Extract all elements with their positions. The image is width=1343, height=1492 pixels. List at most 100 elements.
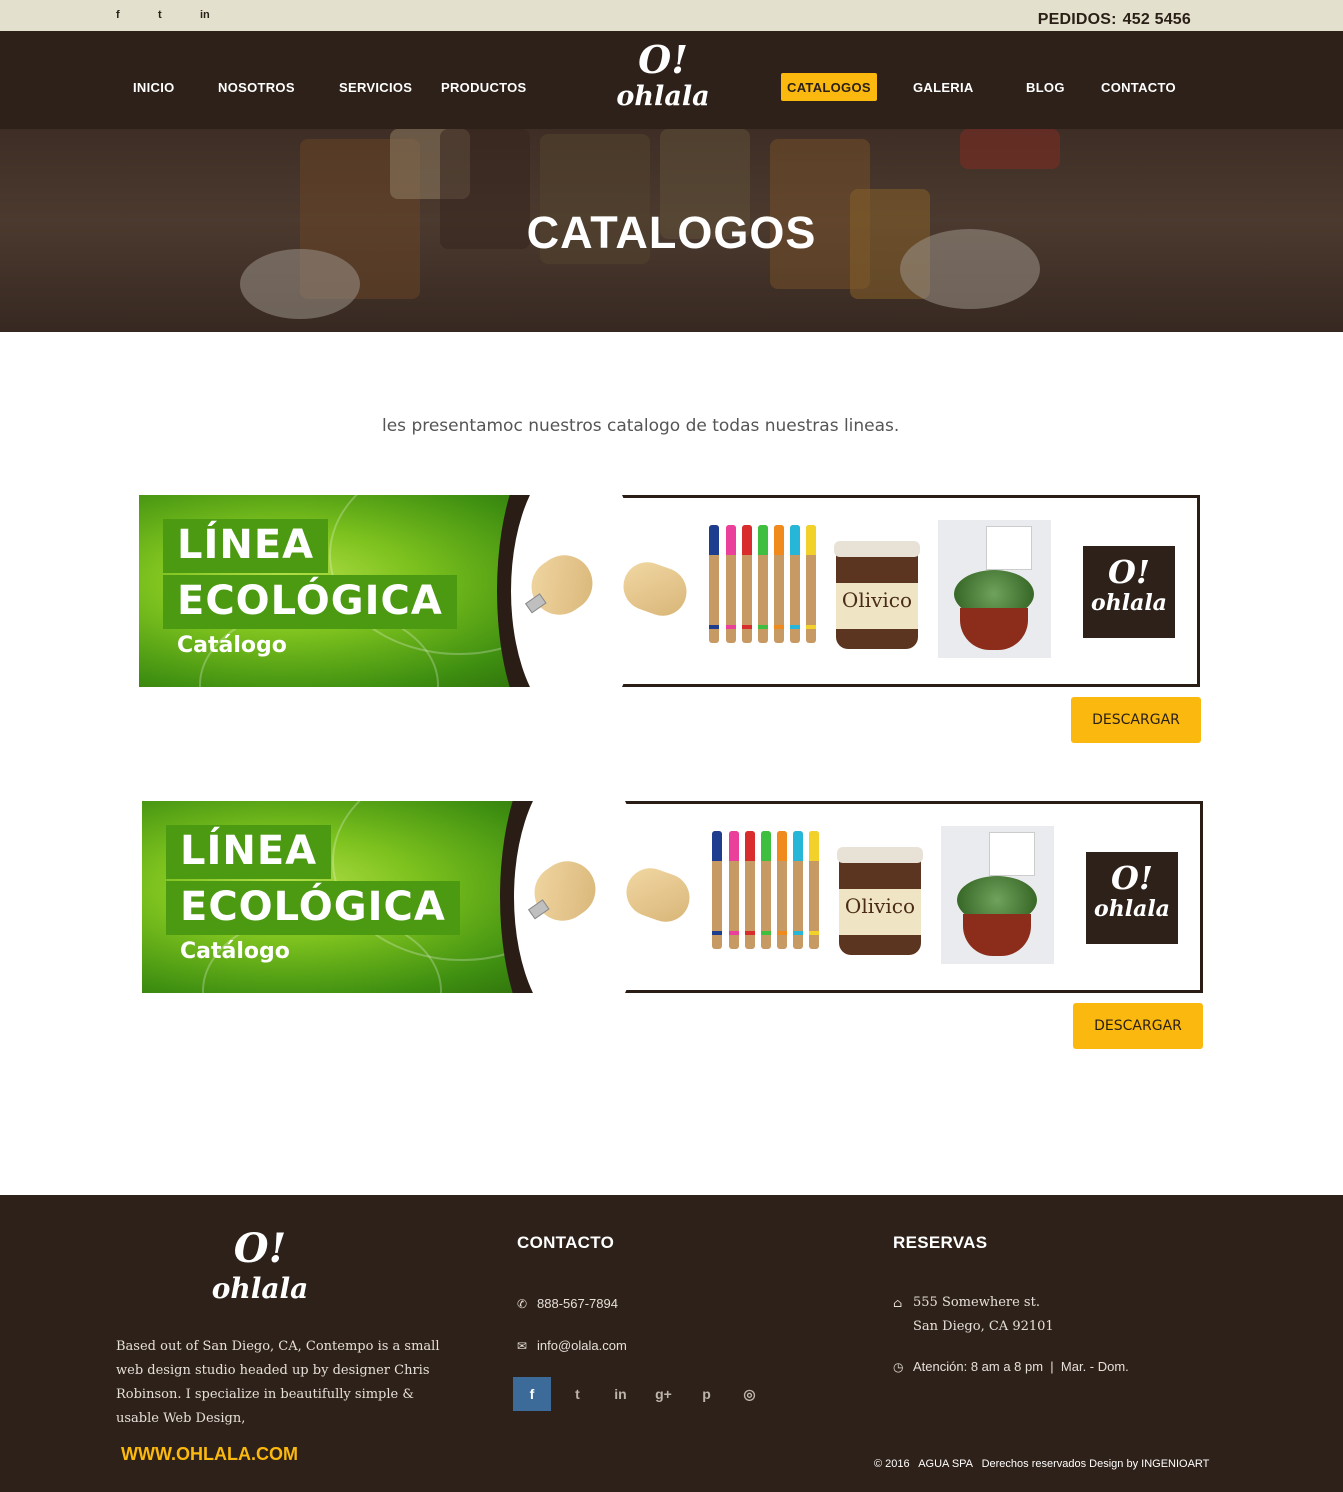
envelope-icon: ✉ <box>517 1338 528 1353</box>
twitter-icon[interactable]: t <box>158 9 200 21</box>
nav-item-productos[interactable]: PRODUCTOS <box>441 80 527 95</box>
logo-name: ohlala <box>1094 896 1170 922</box>
hero-banner: CATALOGOS <box>0 129 1343 332</box>
pen-cap <box>777 831 787 861</box>
plant-pot <box>960 608 1028 650</box>
address-line2-text: San Diego, CA 92101 <box>913 1319 1054 1334</box>
pen-band <box>806 625 816 629</box>
catalog-banner[interactable]: LÍNEA ECOLÓGICA Catálogo Olivico O! ohla… <box>142 801 1203 993</box>
catalog-logo: O! ohlala <box>1086 852 1178 944</box>
catalog-subtitle: Catálogo <box>177 633 287 658</box>
pen-image <box>790 525 800 643</box>
pen-band <box>742 625 752 629</box>
plant-card <box>986 526 1032 570</box>
facebook-icon[interactable]: f <box>513 1377 551 1411</box>
download-button[interactable]: DESCARGAR <box>1073 1003 1203 1049</box>
footer-email-text: info@olala.com <box>537 1338 627 1353</box>
logo-name: ohlala <box>616 81 710 112</box>
pen-band <box>729 931 739 935</box>
pen-cap <box>712 831 722 861</box>
nav-item-contacto[interactable]: CONTACTO <box>1101 80 1176 95</box>
footer-reservations-heading: RESERVAS <box>893 1233 988 1252</box>
pen-cap <box>742 525 752 555</box>
footer-copyright: © 2016 AGUA SPA Derechos reservados Desi… <box>874 1458 1210 1470</box>
logo-name: ohlala <box>1091 590 1167 616</box>
footer-social-links: f t in g+ p ◎ <box>513 1377 771 1411</box>
pen-cap <box>729 831 739 861</box>
pen-image <box>809 831 819 949</box>
nav-item-galeria[interactable]: GALERIA <box>913 80 974 95</box>
page-title: CATALOGOS <box>526 207 817 258</box>
pen-image <box>726 525 736 643</box>
olivico-jar-image: Olivico <box>837 847 923 955</box>
pen-cap <box>761 831 771 861</box>
pen-image <box>793 831 803 949</box>
pen-image <box>729 831 739 949</box>
catalog-subtitle: Catálogo <box>180 939 290 964</box>
pen-cap <box>745 831 755 861</box>
logo-name: ohlala <box>211 1272 309 1305</box>
orders-number[interactable]: 452 5456 <box>1123 11 1191 28</box>
nav-item-inicio[interactable]: INICIO <box>133 80 175 95</box>
olivico-jar-image: Olivico <box>834 541 920 649</box>
jar-lid <box>834 541 920 557</box>
site-logo[interactable]: O! ohlala <box>603 37 723 112</box>
download-button[interactable]: DESCARGAR <box>1071 697 1201 743</box>
pen-image <box>745 831 755 949</box>
address-line1-text: 555 Somewhere st. <box>913 1295 1040 1310</box>
pen-cap <box>726 525 736 555</box>
orders-label: PEDIDOS: <box>1037 11 1117 28</box>
pen-band <box>777 931 787 935</box>
pen-cap <box>790 525 800 555</box>
footer-website-link[interactable]: WWW.OHLALA.COM <box>121 1444 298 1465</box>
pen-band <box>726 625 736 629</box>
catalog-logo: O! ohlala <box>1083 546 1175 638</box>
pen-band <box>761 931 771 935</box>
catalog-line2: ECOLÓGICA <box>163 575 457 629</box>
pen-band <box>774 625 784 629</box>
footer-email[interactable]: ✉ info@olala.com <box>517 1338 627 1353</box>
nav-item-catalogos[interactable]: CATALOGOS <box>781 73 877 101</box>
footer-phone[interactable]: ✆ 888-567-7894 <box>517 1296 618 1311</box>
catalog-line2: ECOLÓGICA <box>166 881 460 935</box>
pen-cap <box>806 525 816 555</box>
nav-item-nosotros[interactable]: NOSOTROS <box>218 80 295 95</box>
footer-address-line2: San Diego, CA 92101 <box>913 1319 1054 1334</box>
pen-band <box>809 931 819 935</box>
footer-address-line1: ⌂ 555 Somewhere st. <box>893 1295 1040 1310</box>
nav-item-servicios[interactable]: SERVICIOS <box>339 80 412 95</box>
orders-phone: PEDIDOS: 452 5456 <box>1038 11 1191 29</box>
pen-image <box>806 525 816 643</box>
catalog-line1: LÍNEA <box>166 825 332 879</box>
linkedin-icon[interactable]: in <box>599 1377 642 1411</box>
pen-image <box>758 525 768 643</box>
logo-mark: O! <box>638 37 688 82</box>
pen-image <box>777 831 787 949</box>
logo-mark: O! <box>233 1225 287 1272</box>
intro-text: les presentamoc nuestros catalogo de tod… <box>382 416 900 436</box>
linkedin-icon[interactable]: in <box>200 9 242 21</box>
google-plus-icon[interactable]: g+ <box>642 1377 685 1411</box>
nav-item-blog[interactable]: BLOG <box>1026 80 1065 95</box>
instagram-icon[interactable]: ◎ <box>728 1377 771 1411</box>
catalog-banner[interactable]: LÍNEA ECOLÓGICA Catálogo Olivico O! ohla… <box>139 495 1200 687</box>
facebook-icon[interactable]: f <box>116 9 158 21</box>
pen-image <box>774 525 784 643</box>
pen-cap <box>774 525 784 555</box>
topbar-social-links: f t in <box>116 9 242 21</box>
logo-mark: O! <box>1111 859 1153 897</box>
catalog-logo-text: O! ohlala <box>1083 556 1175 614</box>
pen-band <box>745 931 755 935</box>
main-nav: INICIO NOSOTROS SERVICIOS PRODUCTOS O! o… <box>0 31 1343 129</box>
jar-lid <box>837 847 923 863</box>
twitter-icon[interactable]: t <box>556 1377 599 1411</box>
footer-contact-heading: CONTACTO <box>517 1233 615 1252</box>
pen-cap <box>809 831 819 861</box>
pen-band <box>758 625 768 629</box>
pen-image <box>761 831 771 949</box>
phone-icon: ✆ <box>517 1296 528 1311</box>
pen-cap <box>709 525 719 555</box>
footer-logo[interactable]: O! ohlala <box>200 1229 320 1303</box>
catalog-logo-text: O! ohlala <box>1086 862 1178 920</box>
pinterest-icon[interactable]: p <box>685 1377 728 1411</box>
